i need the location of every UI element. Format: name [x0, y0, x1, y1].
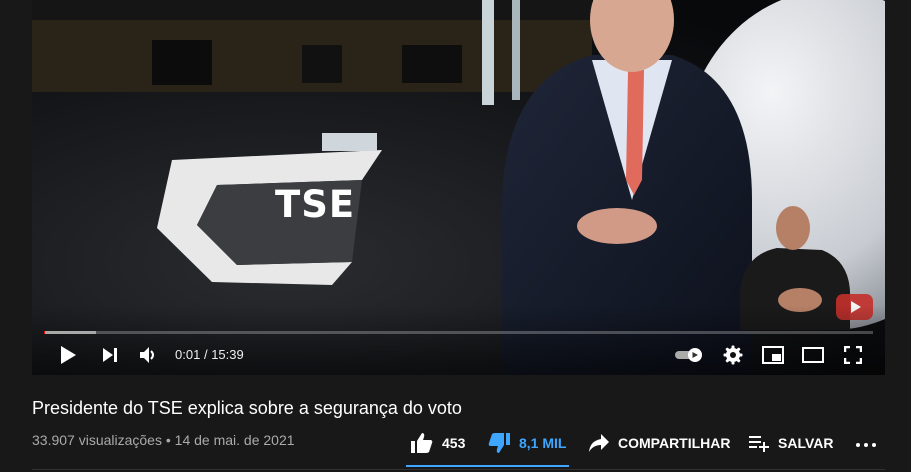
playlist-add-icon — [749, 436, 769, 452]
tse-logo-text: TSE — [275, 183, 356, 226]
settings-button[interactable] — [720, 341, 746, 369]
video-meta: 33.907 visualizações • 14 de mai. de 202… — [32, 432, 295, 448]
autoplay-toggle[interactable] — [674, 341, 704, 369]
more-horizontal-icon — [856, 443, 876, 447]
view-count: 33.907 visualizações — [32, 432, 162, 448]
fullscreen-button[interactable] — [839, 341, 867, 369]
save-label: SALVAR — [778, 435, 834, 451]
autoplay-toggle-icon — [675, 348, 702, 362]
next-button[interactable] — [96, 341, 124, 369]
like-button[interactable]: 453 — [410, 430, 465, 456]
video-title: Presidente do TSE explica sobre a segura… — [32, 398, 462, 418]
time-separator: / — [203, 347, 208, 362]
share-label: COMPARTILHAR — [618, 435, 731, 451]
sentiment-like-portion — [406, 465, 415, 467]
meta-separator: • — [165, 432, 171, 448]
share-button[interactable]: COMPARTILHAR — [588, 430, 731, 456]
save-button[interactable]: SALVAR — [748, 430, 833, 456]
video-player[interactable]: TSE 0:01 / 15:39 — [32, 0, 885, 375]
publish-date: 14 de mai. de 2021 — [174, 432, 295, 448]
theater-mode-button[interactable] — [799, 341, 827, 369]
volume-button[interactable] — [134, 341, 162, 369]
play-icon — [61, 346, 76, 364]
progress-played — [44, 331, 45, 334]
gear-icon — [723, 345, 743, 365]
divider — [32, 469, 885, 470]
like-count: 453 — [442, 435, 466, 451]
share-icon — [589, 434, 609, 452]
thumbs-up-icon — [411, 433, 433, 453]
time-display: 0:01 / 15:39 — [175, 347, 244, 362]
thumbs-down-icon — [488, 433, 510, 453]
volume-icon — [140, 347, 154, 363]
miniplayer-icon — [762, 346, 784, 364]
fullscreen-icon — [844, 346, 862, 364]
sentiment-bar — [406, 465, 569, 467]
progress-buffered — [44, 331, 97, 334]
dislike-count: 8,1 MIL — [519, 435, 567, 451]
time-total: 15:39 — [211, 347, 244, 362]
dislike-button[interactable]: 8,1 MIL — [487, 430, 566, 456]
play-button[interactable] — [54, 341, 82, 369]
progress-bar[interactable] — [44, 331, 873, 334]
theater-mode-icon — [802, 347, 824, 363]
time-current: 0:01 — [175, 347, 201, 362]
more-actions-button[interactable] — [854, 437, 878, 453]
next-icon — [103, 348, 117, 362]
miniplayer-button[interactable] — [759, 341, 787, 369]
